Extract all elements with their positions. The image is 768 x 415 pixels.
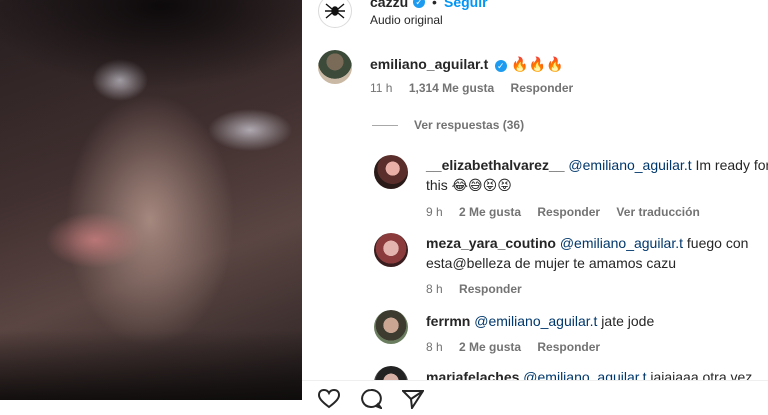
- author-username[interactable]: cazzu: [370, 0, 408, 10]
- comment-text: jate jode: [597, 313, 655, 329]
- comment-text: jajajaaa otra vez: [646, 369, 753, 380]
- author-avatar[interactable]: [318, 0, 352, 28]
- post-photo[interactable]: [0, 0, 302, 400]
- follow-button[interactable]: Seguir: [444, 0, 488, 10]
- comment-username[interactable]: ferrmn: [426, 313, 470, 329]
- comment-text-continued: esta@belleza de mujer te amamos cazu: [426, 255, 676, 271]
- comment-time: 9 h: [426, 205, 443, 219]
- comment-mention[interactable]: @emiliano_aguilar.t: [560, 235, 683, 251]
- verified-badge-icon: ✓: [494, 60, 507, 72]
- comment-text-continued: this 😂😅😝😝: [426, 177, 512, 193]
- comment-meta: 8 h 2 Me gusta Responder: [426, 340, 613, 354]
- comment-username[interactable]: emiliano_aguilar.t: [370, 56, 488, 72]
- comment-meta: 11 h 1,314 Me gusta Responder: [370, 81, 586, 95]
- comments-panel: cazzu ✓ • Seguir Audio original emiliano…: [302, 0, 768, 411]
- reply-button[interactable]: Responder: [537, 205, 600, 219]
- comment-time: 11 h: [370, 81, 393, 95]
- view-replies-button[interactable]: Ver respuestas (36): [372, 118, 524, 132]
- reply-button[interactable]: Responder: [511, 81, 574, 95]
- comment-time: 8 h: [426, 340, 443, 354]
- comment-meta: 9 h 2 Me gusta Responder Ver traducción: [426, 205, 713, 219]
- reply-button[interactable]: Responder: [537, 340, 600, 354]
- comment-username[interactable]: meza_yara_coutino: [426, 235, 556, 251]
- translate-button[interactable]: Ver traducción: [616, 205, 699, 219]
- comment-avatar[interactable]: [374, 366, 408, 380]
- verified-badge-icon: ✓: [413, 0, 425, 8]
- photo-bottom-shadow: [0, 330, 302, 400]
- comment-icon[interactable]: [360, 388, 384, 415]
- view-replies-label: Ver respuestas (36): [414, 118, 525, 132]
- comment-username[interactable]: mariafelaches: [426, 369, 519, 380]
- comment-mention[interactable]: @emiliano_aguilar.t: [474, 313, 597, 329]
- spider-logo-icon: [325, 3, 345, 19]
- comment-likes[interactable]: 1,314 Me gusta: [409, 81, 494, 95]
- comment-mention[interactable]: @emiliano_aguilar.t: [568, 157, 691, 173]
- comment-text: Im ready for: [691, 157, 768, 173]
- reply-button[interactable]: Responder: [459, 282, 522, 296]
- comment-time: 8 h: [426, 282, 443, 296]
- comment-likes[interactable]: 2 Me gusta: [459, 340, 521, 354]
- comment-text: fuego con: [683, 235, 749, 251]
- audio-original-link[interactable]: Audio original: [370, 13, 443, 27]
- comment-meta: 8 h Responder: [426, 282, 535, 296]
- heart-icon[interactable]: [317, 388, 341, 415]
- comment-item: mariafelaches @emiliano_aguilar.t jajaja…: [374, 366, 764, 380]
- comment-avatar[interactable]: [374, 233, 408, 267]
- comment-text: 🔥🔥🔥: [511, 56, 564, 72]
- comment-avatar[interactable]: [318, 50, 352, 84]
- comment-mention[interactable]: @emiliano_aguilar.t: [523, 369, 646, 380]
- photo-hair-shadow: [0, 0, 302, 90]
- comment-avatar[interactable]: [374, 155, 408, 189]
- comment-username[interactable]: __elizabethalvarez__: [426, 157, 565, 173]
- action-bar: [302, 380, 768, 411]
- separator-dot: •: [432, 0, 437, 10]
- comment-avatar[interactable]: [374, 310, 408, 344]
- share-icon[interactable]: [400, 389, 425, 415]
- post-header: cazzu ✓ • Seguir Audio original: [302, 0, 768, 40]
- divider-line: [372, 125, 398, 127]
- comment-likes[interactable]: 2 Me gusta: [459, 205, 521, 219]
